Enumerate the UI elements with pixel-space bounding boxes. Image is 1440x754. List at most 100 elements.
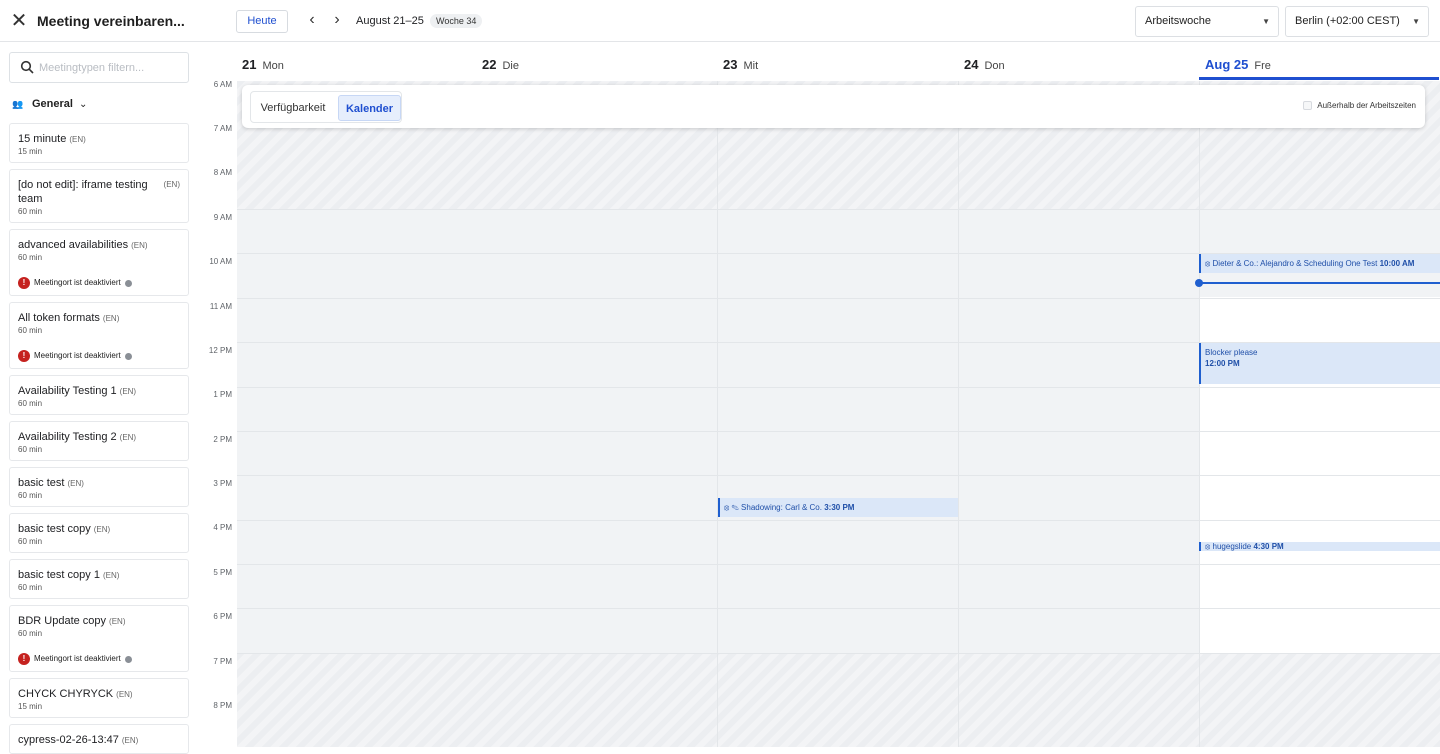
- calendar-event[interactable]: ⦻ hugegslide 4:30 PM: [1199, 542, 1440, 551]
- day-name: Die: [502, 60, 519, 72]
- day-name: Don: [984, 60, 1005, 72]
- date-range-label: August 21–25: [356, 15, 424, 27]
- event-title: hugegslide: [1212, 542, 1252, 551]
- list-item[interactable]: basic test copy (EN) 60 min: [9, 513, 189, 553]
- time-label: 8 PM: [213, 701, 232, 710]
- item-name: BDR Update copy: [18, 615, 107, 627]
- item-lang: (EN): [163, 180, 180, 189]
- list-item[interactable]: Availability Testing 1 (EN) 60 min: [9, 375, 189, 415]
- item-duration: 60 min: [18, 399, 43, 408]
- time-label: 11 AM: [209, 302, 232, 311]
- item-duration: 15 min: [18, 702, 43, 711]
- item-name: Availability Testing 1: [18, 385, 117, 397]
- list-item[interactable]: CHYCK CHYRYCK (EN) 15 min: [9, 678, 189, 718]
- day-name: Mon: [262, 60, 284, 72]
- calendar-grid[interactable]: [237, 81, 1440, 747]
- item-name: advanced availabilities: [18, 239, 129, 251]
- search-icon: [20, 60, 34, 74]
- item-name: cypress-02-26-13:47: [18, 734, 119, 746]
- day-name: Fre: [1254, 60, 1271, 72]
- time-label: 3 PM: [213, 479, 232, 488]
- day-header-cell[interactable]: 21 Mon: [242, 57, 284, 72]
- list-item[interactable]: BDR Update copy (EN) 60 min ! Meetingort i…: [9, 605, 189, 672]
- list-item[interactable]: All token formats (EN) 60 min ! Meetingort…: [9, 302, 189, 369]
- day-header-cell[interactable]: 22 Die: [482, 57, 519, 72]
- time-label: 9 AM: [213, 213, 232, 222]
- top-bar: ✕ Meeting vereinbaren... Heute ‹ › Augus…: [0, 0, 1440, 42]
- timezone-select[interactable]: Berlin (+02:00 CEST) ▼: [1285, 6, 1429, 37]
- people-icon: 👥: [12, 98, 24, 109]
- calendar-event[interactable]: Blocker please 12:00 PM: [1199, 343, 1440, 384]
- day-number: 22: [482, 57, 497, 72]
- list-item[interactable]: 15 minute (EN) 15 min: [9, 123, 189, 163]
- time-label: 6 AM: [213, 80, 232, 89]
- list-item[interactable]: cypress-02-26-13:47 (EN): [9, 724, 189, 754]
- view-select-value: Arbeitswoche: [1145, 15, 1212, 27]
- item-lang: (EN): [119, 433, 137, 442]
- time-label: 7 AM: [213, 124, 232, 133]
- warning-text: Meetingort ist deaktiviert: [34, 654, 121, 664]
- list-item[interactable]: Availability Testing 2 (EN) 60 min: [9, 421, 189, 461]
- search-input[interactable]: Meetingtypen filtern...: [9, 52, 189, 83]
- mode-toggle-bar: Verfügbarkeit Kalender Außerhalb der Arb…: [242, 85, 1425, 128]
- day-name: Mit: [743, 60, 759, 72]
- warning-text: Meetingort ist deaktiviert: [34, 351, 121, 361]
- event-icon: ⦻: [1205, 259, 1213, 268]
- day-number: 24: [964, 57, 979, 72]
- info-icon: [124, 352, 132, 360]
- item-lang: (EN): [102, 314, 120, 323]
- outside-hours-label: Außerhalb der Arbeitszeiten: [1317, 101, 1416, 110]
- calendar-event[interactable]: ⦻ Dieter & Co.: Alejandro & Scheduling O…: [1199, 254, 1440, 273]
- group-label: General: [32, 98, 73, 110]
- list-item[interactable]: advanced availabilities (EN) 60 min ! Meet…: [9, 229, 189, 296]
- item-lang: (EN): [102, 571, 120, 580]
- time-label: 7 PM: [213, 657, 232, 666]
- chevron-right-icon[interactable]: ›: [329, 12, 345, 30]
- group-header[interactable]: 👥 General ⌄: [12, 98, 87, 114]
- chevron-left-icon[interactable]: ‹: [304, 12, 320, 30]
- item-lang: (EN): [119, 387, 137, 396]
- caret-down-icon: ▼: [1262, 17, 1270, 26]
- list-item[interactable]: basic test copy 1 (EN) 60 min: [9, 559, 189, 599]
- outside-hours-toggle[interactable]: Außerhalb der Arbeitszeiten: [1303, 101, 1416, 111]
- checkbox[interactable]: [1303, 101, 1313, 111]
- item-lang: (EN): [116, 690, 133, 699]
- warning-row: ! Meetingort ist deaktiviert: [18, 277, 132, 289]
- event-icon: ⦻: [1205, 542, 1213, 551]
- item-lang: (EN): [109, 617, 126, 626]
- item-name: CHYCK CHYRYCK: [18, 688, 114, 700]
- day-header: 21 Mon 22 Die 23 Mit 24 Don Aug 25 Fre: [198, 42, 1440, 81]
- item-duration: 15 min: [18, 147, 43, 156]
- item-duration: 60 min: [18, 326, 43, 335]
- time-label: 8 AM: [213, 168, 232, 177]
- day-header-cell[interactable]: 24 Don: [964, 57, 1005, 72]
- item-name: basic test: [18, 477, 65, 489]
- day-header-cell[interactable]: 23 Mit: [723, 57, 758, 72]
- mode-tabs: Verfügbarkeit Kalender: [250, 91, 402, 123]
- list-item[interactable]: [do not edit]: iframe testing team (EN) …: [9, 169, 189, 223]
- event-icon: ⦻ ✎: [724, 503, 742, 512]
- item-name: All token formats: [18, 312, 100, 324]
- caret-down-icon: ▼: [1412, 17, 1420, 26]
- today-button[interactable]: Heute: [236, 10, 288, 33]
- time-label: 5 PM: [213, 568, 232, 577]
- info-icon: [124, 655, 132, 663]
- error-icon: !: [18, 350, 30, 362]
- item-duration: 60 min: [18, 629, 43, 638]
- time-label: 6 PM: [213, 612, 232, 621]
- tab-calendar[interactable]: Kalender: [338, 95, 401, 121]
- day-header-cell-today[interactable]: Aug 25 Fre: [1205, 57, 1271, 72]
- calendar-event[interactable]: ⦻ ✎ Shadowing: Carl & Co. 3:30 PM: [718, 498, 958, 517]
- error-icon: !: [18, 277, 30, 289]
- chevron-down-icon: ⌄: [78, 99, 88, 110]
- warning-row: ! Meetingort ist deaktiviert: [18, 653, 132, 665]
- info-icon: [124, 279, 132, 287]
- item-duration: 60 min: [18, 537, 43, 546]
- warning-text: Meetingort ist deaktiviert: [34, 278, 121, 288]
- item-name: Availability Testing 2: [18, 431, 117, 443]
- tab-availability[interactable]: Verfügbarkeit: [254, 95, 332, 121]
- close-icon[interactable]: ✕: [9, 11, 29, 31]
- item-name: 15 minute: [18, 133, 67, 145]
- list-item[interactable]: basic test (EN) 60 min: [9, 467, 189, 507]
- view-select[interactable]: Arbeitswoche ▼: [1135, 6, 1279, 37]
